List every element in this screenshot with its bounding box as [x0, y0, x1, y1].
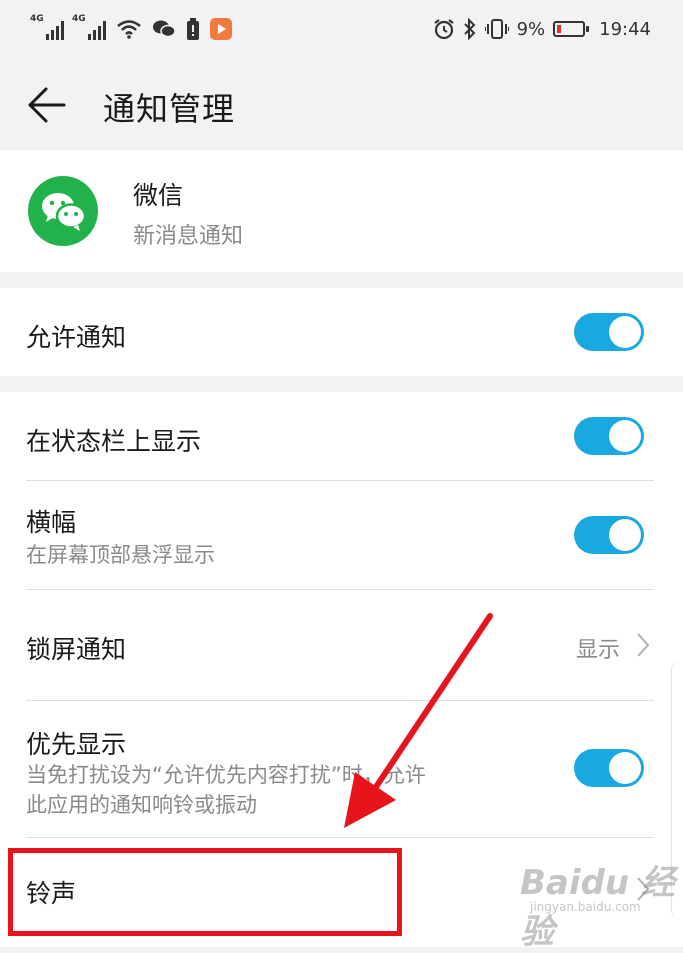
lock-screen-row[interactable]: 锁屏通知 显示 [26, 590, 654, 700]
signal-icon: 4G [30, 14, 64, 40]
banner-label: 横幅 [26, 508, 77, 537]
wechat-app-icon [28, 176, 98, 246]
page-title: 通知管理 [103, 90, 236, 128]
allow-notifications-toggle[interactable] [574, 313, 644, 351]
battery-saver-icon [186, 18, 200, 40]
video-app-icon [210, 18, 232, 40]
battery-icon [553, 21, 590, 37]
app-info-card: 微信 新消息通知 [0, 150, 683, 272]
priority-description-line2: 此应用的通知响铃或振动 [26, 793, 257, 817]
alarm-icon [433, 18, 455, 40]
lock-screen-value: 显示 [575, 638, 620, 663]
wechat-icon [152, 19, 176, 39]
priority-description-line1: 当免打扰设为“允许优先内容打扰”时，允许 [26, 763, 426, 787]
banner-description: 在屏幕顶部悬浮显示 [26, 543, 215, 567]
priority-display-toggle[interactable] [574, 749, 644, 787]
allow-notifications-section: 允许通知 [0, 288, 683, 376]
arrow-left-icon [28, 87, 66, 123]
banner-row[interactable]: 横幅 在屏幕顶部悬浮显示 [26, 481, 654, 589]
lock-screen-label: 锁屏通知 [26, 635, 127, 664]
vibrate-icon [484, 18, 509, 40]
signal-icon: 4G [72, 14, 106, 40]
wifi-icon [116, 19, 142, 39]
back-button[interactable] [26, 86, 68, 124]
watermark-url: jingyan.baidu.com [530, 900, 641, 914]
status-bar-display-label: 在状态栏上显示 [26, 427, 202, 456]
allow-notifications-label: 允许通知 [26, 323, 127, 352]
banner-toggle[interactable] [574, 516, 644, 554]
app-bar: 通知管理 [0, 58, 683, 150]
status-bar-display-row[interactable]: 在状态栏上显示 [26, 392, 654, 480]
battery-percent: 9% [516, 18, 546, 40]
clock: 19:44 [599, 18, 651, 40]
highlight-box [8, 848, 402, 936]
priority-display-label: 优先显示 [26, 730, 127, 759]
priority-display-row[interactable]: 优先显示 当免打扰设为“允许优先内容打扰”时，允许 此应用的通知响铃或振动 [26, 701, 654, 837]
bluetooth-icon [463, 18, 477, 40]
app-subtitle: 新消息通知 [133, 224, 244, 249]
status-bar-display-toggle[interactable] [574, 417, 644, 455]
status-bar: 4G 4G 9% 19:44 [0, 0, 683, 58]
chevron-right-icon [637, 633, 650, 657]
app-name: 微信 [133, 181, 184, 210]
allow-notifications-row[interactable]: 允许通知 [26, 288, 654, 376]
